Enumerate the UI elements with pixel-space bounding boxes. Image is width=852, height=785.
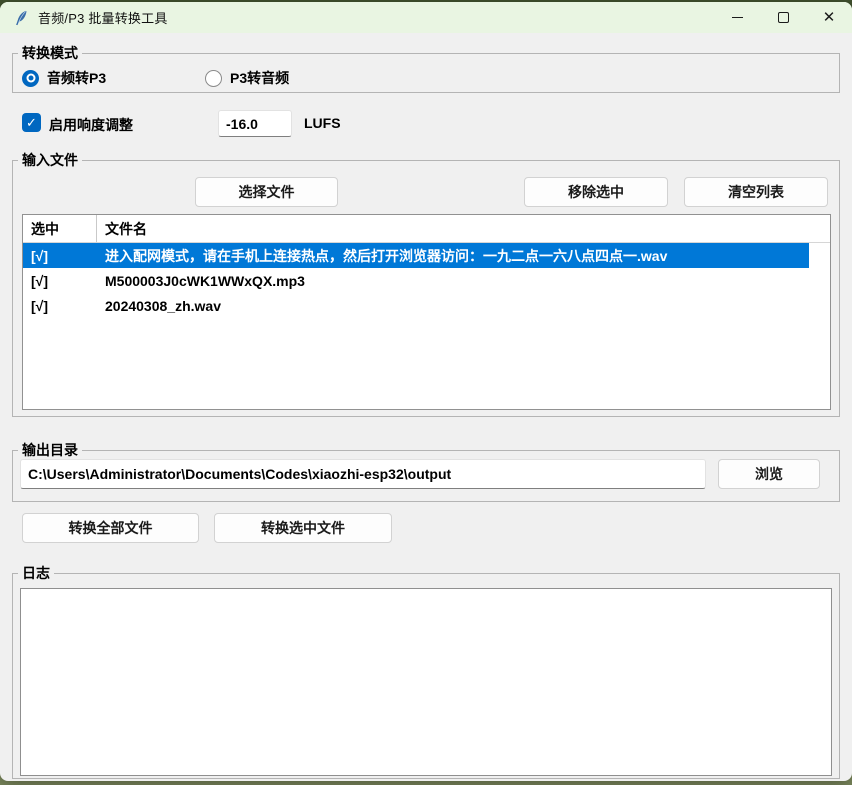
loudness-checkbox-label: 启用响度调整 xyxy=(49,115,133,135)
log-textarea[interactable] xyxy=(20,588,832,776)
radio-selected-icon xyxy=(22,70,39,87)
output-group-label: 输出目录 xyxy=(18,442,82,458)
row-checked-cell: [√] xyxy=(23,298,96,314)
row-filename-cell: 20240308_zh.wav xyxy=(96,298,809,314)
clear-list-button[interactable]: 清空列表 xyxy=(684,177,828,207)
column-header-filename[interactable]: 文件名 xyxy=(96,215,830,242)
lufs-value: -16.0 xyxy=(226,116,258,132)
table-row[interactable]: [√] M500003J0cWK1WWxQX.mp3 xyxy=(23,268,809,293)
close-button[interactable]: ✕ xyxy=(806,2,852,33)
radio-label: 音频转P3 xyxy=(47,68,106,88)
mode-group-label: 转换模式 xyxy=(18,45,82,61)
output-path-input[interactable]: C:\Users\Administrator\Documents\Codes\x… xyxy=(20,459,706,489)
output-path-value: C:\Users\Administrator\Documents\Codes\x… xyxy=(28,466,451,482)
loudness-checkbox[interactable]: ✓ xyxy=(22,113,41,132)
convert-all-button[interactable]: 转换全部文件 xyxy=(22,513,199,543)
maximize-button[interactable] xyxy=(760,2,806,33)
remove-selected-button[interactable]: 移除选中 xyxy=(524,177,668,207)
radio-label: P3转音频 xyxy=(230,68,289,88)
mode-groupbox xyxy=(12,53,840,93)
check-icon: ✓ xyxy=(26,115,37,131)
app-body: 转换模式 音频转P3 P3转音频 ✓ 启用响度调整 -16.0 LUFS 输入文… xyxy=(0,33,852,781)
lufs-unit-label: LUFS xyxy=(304,115,341,131)
file-table: 选中 文件名 [√] 进入配网模式，请在手机上连接热点，然后打开浏览器访问：一九… xyxy=(22,214,831,410)
row-filename-cell: M500003J0cWK1WWxQX.mp3 xyxy=(96,273,809,289)
app-window: 音频/P3 批量转换工具 ✕ 转换模式 音频转P3 P3转音频 ✓ xyxy=(0,2,852,781)
radio-unselected-icon xyxy=(205,70,222,87)
minimize-button[interactable] xyxy=(714,2,760,33)
column-header-checked[interactable]: 选中 xyxy=(23,215,96,242)
table-row[interactable]: [√] 20240308_zh.wav xyxy=(23,293,809,318)
window-controls: ✕ xyxy=(714,2,852,33)
file-table-header: 选中 文件名 xyxy=(23,215,830,243)
title-bar: 音频/P3 批量转换工具 ✕ xyxy=(0,2,852,33)
window-title: 音频/P3 批量转换工具 xyxy=(38,8,168,27)
file-list: [√] 进入配网模式，请在手机上连接热点，然后打开浏览器访问：一九二点一六八点四… xyxy=(23,243,809,318)
minimize-icon xyxy=(732,17,743,18)
select-files-button[interactable]: 选择文件 xyxy=(195,177,338,207)
log-group-label: 日志 xyxy=(18,565,54,581)
input-group-label: 输入文件 xyxy=(18,152,82,168)
python-feather-icon xyxy=(13,10,29,26)
convert-selected-button[interactable]: 转换选中文件 xyxy=(214,513,392,543)
browse-button[interactable]: 浏览 xyxy=(718,459,820,489)
radio-audio-to-p3[interactable]: 音频转P3 xyxy=(22,68,106,88)
maximize-icon xyxy=(778,12,789,23)
row-checked-cell: [√] xyxy=(23,273,96,289)
row-filename-cell: 进入配网模式，请在手机上连接热点，然后打开浏览器访问：一九二点一六八点四点一.w… xyxy=(96,246,809,266)
close-icon: ✕ xyxy=(823,10,836,25)
table-row[interactable]: [√] 进入配网模式，请在手机上连接热点，然后打开浏览器访问：一九二点一六八点四… xyxy=(23,243,809,268)
lufs-input[interactable]: -16.0 xyxy=(218,110,292,137)
radio-p3-to-audio[interactable]: P3转音频 xyxy=(205,68,289,88)
row-checked-cell: [√] xyxy=(23,248,96,264)
